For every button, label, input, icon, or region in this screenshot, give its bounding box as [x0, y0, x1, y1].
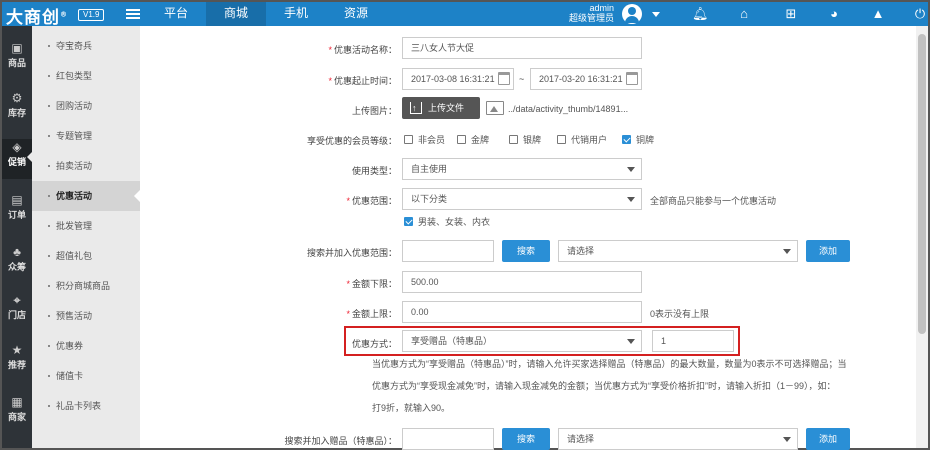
help-text-line: 当优惠方式为“享受赠品（特惠品）”时，请输入允许买家选择赠品（特惠品）的最大数量… — [372, 359, 847, 369]
image-label: 上传图片： — [351, 106, 397, 116]
home-icon[interactable]: ⌂ — [736, 6, 752, 22]
submenu-item[interactable]: 夺宝奇兵 — [32, 31, 140, 61]
menu-toggle-icon[interactable] — [126, 9, 140, 20]
name-label: * 优惠活动名称： — [328, 45, 397, 55]
member-level-checkbox[interactable]: 非会员 — [404, 133, 445, 146]
discount-type-label: 优惠方式： — [351, 339, 397, 349]
range-label: * 优惠范围： — [346, 196, 397, 206]
member-level-checkbox[interactable]: 代销用户 — [557, 133, 607, 146]
end-time-input[interactable]: 2017-03-20 16:31:21 — [530, 68, 642, 90]
username: admin — [589, 3, 614, 13]
max-amount-label: * 金额上限： — [346, 309, 397, 319]
rail-crowdfunding[interactable]: ♣ 众筹 — [2, 244, 32, 284]
min-amount-input[interactable]: 500.00 — [402, 271, 642, 293]
help-text-line: 打9折，就输入90。 — [372, 403, 451, 413]
add-range-button[interactable]: 添加 — [806, 240, 850, 262]
discount-quantity-input[interactable]: 1 — [652, 330, 734, 352]
range-tilde: ~ — [519, 74, 525, 84]
search-gift-input[interactable] — [402, 428, 494, 450]
range-category-checkbox[interactable]: 男装、女装、内衣 — [404, 215, 490, 228]
rail-goods[interactable]: ▣ 商品 — [2, 40, 32, 80]
submenu-item[interactable]: 批发管理 — [32, 211, 140, 241]
image-path: ../data/activity_thumb/14891... — [508, 104, 629, 114]
time-label: * 优惠起止时间： — [328, 76, 397, 86]
start-time-input[interactable]: 2017-03-08 16:31:21 — [402, 68, 514, 90]
submenu-item-active[interactable]: 优惠活动 — [32, 181, 140, 211]
help-text-line: 优惠方式为“享受现金减免”时，请输入现金减免的金额；当优惠方式为“享受价格折扣”… — [372, 381, 836, 391]
user-info[interactable]: admin 超级管理员 — [568, 3, 614, 23]
gift-result-select[interactable]: 请选择 — [558, 428, 798, 450]
version-badge: V1.9 — [78, 9, 105, 21]
image-icon[interactable] — [486, 101, 504, 115]
submenu-item[interactable]: 红包类型 — [32, 61, 140, 91]
submenu-item[interactable]: 超值礼包 — [32, 241, 140, 271]
promotion-icon: ◈ — [12, 140, 22, 154]
nav-mall[interactable]: 商城 — [206, 2, 266, 26]
rail-merchant[interactable]: ▦ 商家 — [2, 394, 32, 434]
rail-stock[interactable]: ⚙ 库存 — [2, 90, 32, 130]
search-range-label: 搜索并加入优惠范围： — [306, 248, 397, 258]
discount-type-select[interactable]: 享受赠品（特惠品） — [402, 330, 642, 352]
palette-icon[interactable]: ◕ — [826, 6, 842, 22]
use-type-select[interactable]: 自主使用 — [402, 158, 642, 180]
rail-store[interactable]: ⌖ 门店 — [2, 292, 32, 332]
rail-promotion[interactable]: ◈ 促销 — [2, 139, 33, 179]
upload-icon — [410, 97, 422, 119]
left-rail: ▣ 商品 ⚙ 库存 ◈ 促销 ▤ 订单 ♣ 众筹 ⌖ 门店 ★ 推荐 ▦ 商家 — [2, 26, 33, 448]
member-level-label: 享受优惠的会员等级： — [306, 136, 397, 146]
user-role: 超级管理员 — [568, 13, 614, 23]
max-amount-input[interactable]: 0.00 — [402, 301, 642, 323]
calendar-icon[interactable] — [498, 72, 510, 85]
search-gift-label: 搜索并加入赠品（特惠品）： — [284, 436, 397, 446]
search-range-button[interactable]: 搜索 — [502, 240, 550, 262]
member-level-checkbox[interactable]: 银牌 — [509, 133, 541, 146]
range-result-select[interactable]: 请选择 — [558, 240, 798, 262]
min-amount-label: * 金额下限： — [346, 279, 397, 289]
sub-menu: 夺宝奇兵 红包类型 团购活动 专题管理 拍卖活动 优惠活动 批发管理 超值礼包 … — [32, 26, 140, 448]
goods-icon: ▣ — [11, 41, 23, 55]
submenu-item[interactable]: 优惠券 — [32, 331, 140, 361]
sitemap-icon[interactable]: ⊞ — [783, 6, 799, 22]
submenu-item[interactable]: 积分商城商品 — [32, 271, 140, 301]
submenu-item[interactable]: 拍卖活动 — [32, 151, 140, 181]
stock-icon: ⚙ — [11, 91, 23, 105]
nav-resources[interactable]: 资源 — [326, 2, 386, 26]
order-icon: ▤ — [11, 193, 23, 207]
user-dropdown-icon[interactable] — [652, 12, 660, 17]
member-level-checkbox-checked[interactable]: 铜牌 — [622, 133, 654, 146]
store-icon: ⌖ — [13, 293, 21, 307]
search-range-input[interactable] — [402, 240, 494, 262]
range-hint: 全部商品只能参与一个优惠活动 — [650, 196, 777, 206]
search-gift-button[interactable]: 搜索 — [502, 428, 550, 450]
logo[interactable]: 大商创® — [6, 3, 68, 28]
submenu-item[interactable]: 团购活动 — [32, 91, 140, 121]
add-gift-button[interactable]: 添加 — [806, 428, 850, 450]
clear-cache-icon[interactable]: ▲ — [870, 6, 886, 22]
max-amount-hint: 0表示没有上限 — [650, 309, 710, 319]
star-icon: ★ — [11, 343, 23, 357]
merchant-icon: ▦ — [11, 395, 23, 409]
submenu-item[interactable]: 礼品卡列表 — [32, 391, 140, 421]
upload-file-button[interactable]: 上传文件 — [402, 97, 480, 119]
member-level-checkbox[interactable]: 金牌 — [457, 133, 489, 146]
nav-platform[interactable]: 平台 — [146, 2, 206, 26]
top-bar: 大商创® V1.9 平台 商城 手机 资源 admin 超级管理员 🔔︎ ⌂ ⊞… — [2, 2, 928, 28]
main-nav: 平台 商城 手机 资源 — [146, 2, 386, 26]
rail-order[interactable]: ▤ 订单 — [2, 192, 32, 232]
submenu-item[interactable]: 储值卡 — [32, 361, 140, 391]
scrollbar-thumb[interactable] — [918, 34, 926, 334]
submenu-item[interactable]: 专题管理 — [32, 121, 140, 151]
scrollbar[interactable] — [916, 26, 928, 448]
avatar[interactable] — [622, 4, 642, 24]
rail-recommend[interactable]: ★ 推荐 — [2, 342, 32, 382]
crowdfunding-icon: ♣ — [13, 245, 21, 259]
range-select[interactable]: 以下分类 — [402, 188, 642, 210]
use-type-label: 使用类型： — [351, 166, 397, 176]
power-icon[interactable]: ⏻ — [912, 6, 928, 22]
name-input[interactable]: 三八女人节大促 — [402, 37, 642, 59]
bell-icon[interactable]: 🔔︎ — [692, 6, 709, 22]
nav-mobile[interactable]: 手机 — [266, 2, 326, 26]
calendar-icon[interactable] — [626, 72, 638, 85]
submenu-item[interactable]: 预售活动 — [32, 301, 140, 331]
